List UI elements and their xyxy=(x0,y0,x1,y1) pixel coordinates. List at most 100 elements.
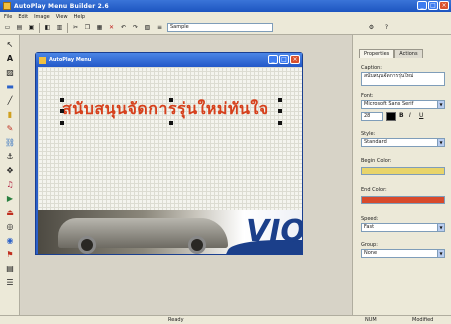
menu-help[interactable]: Help xyxy=(74,14,85,20)
globe-tool-icon[interactable]: ◉ xyxy=(5,235,15,245)
close-icon[interactable]: × xyxy=(439,1,449,10)
chevron-down-icon[interactable]: ▼ xyxy=(437,101,444,108)
app-icon xyxy=(3,2,11,10)
undo-icon[interactable]: ↶ xyxy=(119,23,128,32)
style-select[interactable]: Standard ▼ xyxy=(361,138,445,147)
menu-image[interactable]: Image xyxy=(34,14,50,20)
toolbar: ▭ ▤ ▣ ◧ ▥ ✂ ❐ ▦ ✕ ↶ ↷ ▧ ≡ Sample ⚙ ? xyxy=(0,21,451,35)
toolbar-right: ⚙ ? xyxy=(367,23,391,32)
folder-tool-icon[interactable]: ▤ xyxy=(5,263,15,273)
font-select[interactable]: Microsoft Sans Serif ▼ xyxy=(361,100,445,109)
menu-bar: File Edit Image View Help xyxy=(0,12,451,21)
resize-handle[interactable] xyxy=(169,98,173,102)
banner-logo-text: VIO xyxy=(246,214,302,249)
bold-icon[interactable]: B xyxy=(399,112,407,121)
close-icon[interactable]: × xyxy=(290,55,300,64)
tab-actions[interactable]: Actions xyxy=(394,49,423,58)
pointer-tool-icon[interactable]: ↖ xyxy=(5,39,15,49)
delete-icon[interactable]: ✕ xyxy=(107,23,116,32)
new-file-icon[interactable]: ▭ xyxy=(3,23,12,32)
filename-input[interactable]: Sample xyxy=(167,23,273,32)
menu-edit[interactable]: Edit xyxy=(18,14,28,20)
chevron-down-icon[interactable]: ▼ xyxy=(437,139,444,146)
design-canvas[interactable]: สนับสนุนจัดการรุ่นใหม่ทันใจ xyxy=(38,67,302,210)
chevron-down-icon[interactable]: ▼ xyxy=(437,224,444,231)
font-size-select[interactable]: 28 xyxy=(361,112,383,121)
toolbar-separator xyxy=(67,22,68,33)
app-title: AutoPlay Menu Builder 2.6 xyxy=(14,2,109,10)
maximize-icon[interactable]: □ xyxy=(428,1,438,10)
shape-tool-icon[interactable]: ▮ xyxy=(5,109,15,119)
speed-label: Speed: xyxy=(361,216,379,222)
maximize-icon[interactable]: □ xyxy=(279,55,289,64)
font-label: Font: xyxy=(361,93,374,99)
minimize-icon[interactable]: _ xyxy=(268,55,278,64)
web-tool-icon[interactable]: ◎ xyxy=(5,221,15,231)
caption-label: Caption: xyxy=(361,65,382,71)
redo-icon[interactable]: ↷ xyxy=(131,23,140,32)
line-tool-icon[interactable]: ╱ xyxy=(5,95,15,105)
status-text: Ready xyxy=(168,317,184,323)
speed-select-value: Fast xyxy=(364,224,375,230)
menu-file[interactable]: File xyxy=(4,14,12,20)
resize-handle[interactable] xyxy=(60,121,64,125)
resize-handle[interactable] xyxy=(278,109,282,113)
italic-icon[interactable]: I xyxy=(409,112,417,121)
resize-handle[interactable] xyxy=(169,121,173,125)
design-workspace: AutoPlay Menu _ □ × สนับสนุนจัดการรุ่นให… xyxy=(21,35,351,315)
document-icon xyxy=(39,56,46,64)
copy-icon[interactable]: ❐ xyxy=(83,23,92,32)
style-select-value: Standard xyxy=(364,139,387,145)
print-icon[interactable]: ▥ xyxy=(55,23,64,32)
help-icon[interactable]: ? xyxy=(382,23,391,32)
toolbar-separator xyxy=(39,22,40,33)
image-icon[interactable]: ▧ xyxy=(143,23,152,32)
exit-tool-icon[interactable]: ⏏ xyxy=(5,207,15,217)
end-color-label: End Color: xyxy=(361,187,387,193)
font-select-value: Microsoft Sans Serif xyxy=(364,101,414,107)
menu-view[interactable]: View xyxy=(56,14,68,20)
font-color-swatch[interactable] xyxy=(386,112,396,121)
underline-icon[interactable]: U xyxy=(419,112,427,121)
button-tool-icon[interactable]: ▬ xyxy=(5,81,15,91)
resize-handle[interactable] xyxy=(278,121,282,125)
document-window[interactable]: AutoPlay Menu _ □ × สนับสนุนจัดการรุ่นให… xyxy=(35,52,303,255)
resize-handle[interactable] xyxy=(60,98,64,102)
sound-tool-icon[interactable]: ♫ xyxy=(5,179,15,189)
caption-field[interactable]: สนับสนุนจัดการรุ่นใหม่ xyxy=(361,72,445,86)
resize-handle[interactable] xyxy=(60,109,64,113)
video-tool-icon[interactable]: ▶ xyxy=(5,193,15,203)
group-select[interactable]: None ▼ xyxy=(361,249,445,258)
preview-icon[interactable]: ◧ xyxy=(43,23,52,32)
flag-tool-icon[interactable]: ⚑ xyxy=(5,249,15,259)
save-icon[interactable]: ▣ xyxy=(27,23,36,32)
link-tool-icon[interactable]: ⛓ xyxy=(5,137,15,147)
minimize-icon[interactable]: _ xyxy=(417,1,427,10)
canvas-text-object[interactable]: สนับสนุนจัดการรุ่นใหม่ทันใจ xyxy=(62,100,280,118)
font-size-value: 28 xyxy=(364,113,371,119)
chevron-down-icon[interactable]: ▼ xyxy=(437,250,444,257)
end-color-swatch[interactable] xyxy=(361,196,445,204)
car-wheel xyxy=(78,236,96,254)
style-label: Style: xyxy=(361,131,376,137)
app-window: AutoPlay Menu Builder 2.6 _ □ × File Edi… xyxy=(0,0,451,324)
settings-icon[interactable]: ⚙ xyxy=(367,23,376,32)
brush-tool-icon[interactable]: ✎ xyxy=(5,123,15,133)
paste-icon[interactable]: ▦ xyxy=(95,23,104,32)
tool-palette: ↖ A ▨ ▬ ╱ ▮ ✎ ⛓ ⚓ ✥ ♫ ▶ ⏏ ◎ ◉ ⚑ ▤ ☰ xyxy=(0,35,20,315)
window-controls: _ □ × xyxy=(417,1,449,10)
list-tool-icon[interactable]: ☰ xyxy=(5,277,15,287)
anchor-tool-icon[interactable]: ⚓ xyxy=(5,151,15,161)
car-banner-image[interactable]: VIO xyxy=(38,210,302,254)
move-tool-icon[interactable]: ✥ xyxy=(5,165,15,175)
cut-icon[interactable]: ✂ xyxy=(71,23,80,32)
image-tool-icon[interactable]: ▨ xyxy=(5,67,15,77)
begin-color-swatch[interactable] xyxy=(361,167,445,175)
align-icon[interactable]: ≡ xyxy=(155,23,164,32)
speed-select[interactable]: Fast ▼ xyxy=(361,223,445,232)
resize-handle[interactable] xyxy=(278,98,282,102)
text-tool-icon[interactable]: A xyxy=(5,53,15,63)
tab-properties[interactable]: Properties xyxy=(359,49,395,58)
status-bar: Ready NUM Modified xyxy=(0,315,451,324)
open-folder-icon[interactable]: ▤ xyxy=(15,23,24,32)
